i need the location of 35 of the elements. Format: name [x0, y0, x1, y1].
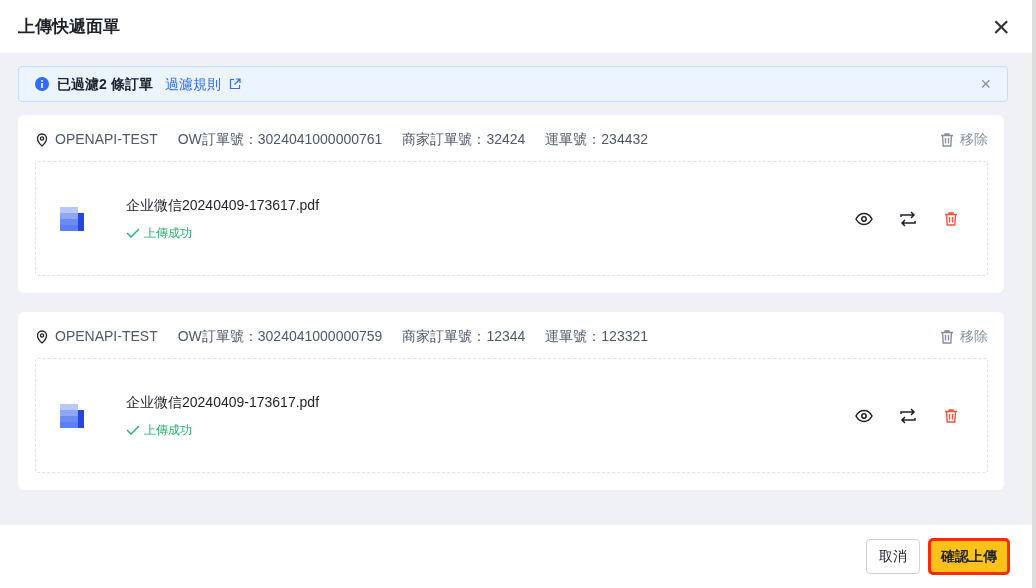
document-stack-icon: [60, 206, 84, 231]
filter-rules-link[interactable]: 過濾規則: [164, 73, 221, 95]
check-icon: [126, 227, 140, 239]
check-icon: [126, 424, 140, 436]
document-stack-icon: [60, 403, 84, 428]
order-meta-text: 商家訂單號：32424: [402, 130, 526, 149]
confirm-upload-button[interactable]: 確認上傳: [928, 538, 1010, 575]
remove-button[interactable]: 移除: [939, 129, 988, 150]
trash-icon[interactable]: [943, 407, 959, 424]
trash-icon: [939, 328, 955, 345]
order-meta-text: OW訂單號：3024041000000759: [177, 327, 383, 346]
close-button[interactable]: ×: [988, 11, 1014, 42]
upload-status: 上傳成功: [126, 224, 320, 242]
order-meta-text: OPENAPI-TEST: [55, 130, 158, 149]
alert-text: 已過濾2 條訂單: [57, 74, 153, 94]
swap-arrows-icon[interactable]: [899, 209, 917, 228]
order-meta-text: OW訂單號：3024041000000761: [177, 130, 383, 149]
dialog-title: 上傳快遞面單: [18, 15, 120, 38]
location-pin-icon: [35, 329, 49, 344]
location-pin-icon: [35, 132, 49, 147]
file-name: 企业微信20240409-173617.pdf: [126, 196, 320, 215]
external-link-icon[interactable]: [228, 78, 241, 90]
alert-close-button[interactable]: ×: [980, 75, 991, 93]
remove-button[interactable]: 移除: [939, 326, 988, 347]
file-name: 企业微信20240409-173617.pdf: [126, 393, 320, 412]
trash-icon[interactable]: [943, 210, 959, 227]
order-meta-text: OPENAPI-TEST: [55, 327, 158, 346]
order-meta-text: 運單號：234432: [545, 130, 649, 149]
order-meta-text: 商家訂單號：12344: [402, 327, 526, 346]
swap-arrows-icon[interactable]: [899, 406, 917, 425]
info-icon: [35, 77, 49, 91]
upload-status: 上傳成功: [126, 421, 320, 439]
trash-icon: [939, 131, 955, 148]
order-meta-text: 運單號：123321: [545, 327, 649, 346]
cancel-button[interactable]: 取消: [866, 539, 920, 574]
